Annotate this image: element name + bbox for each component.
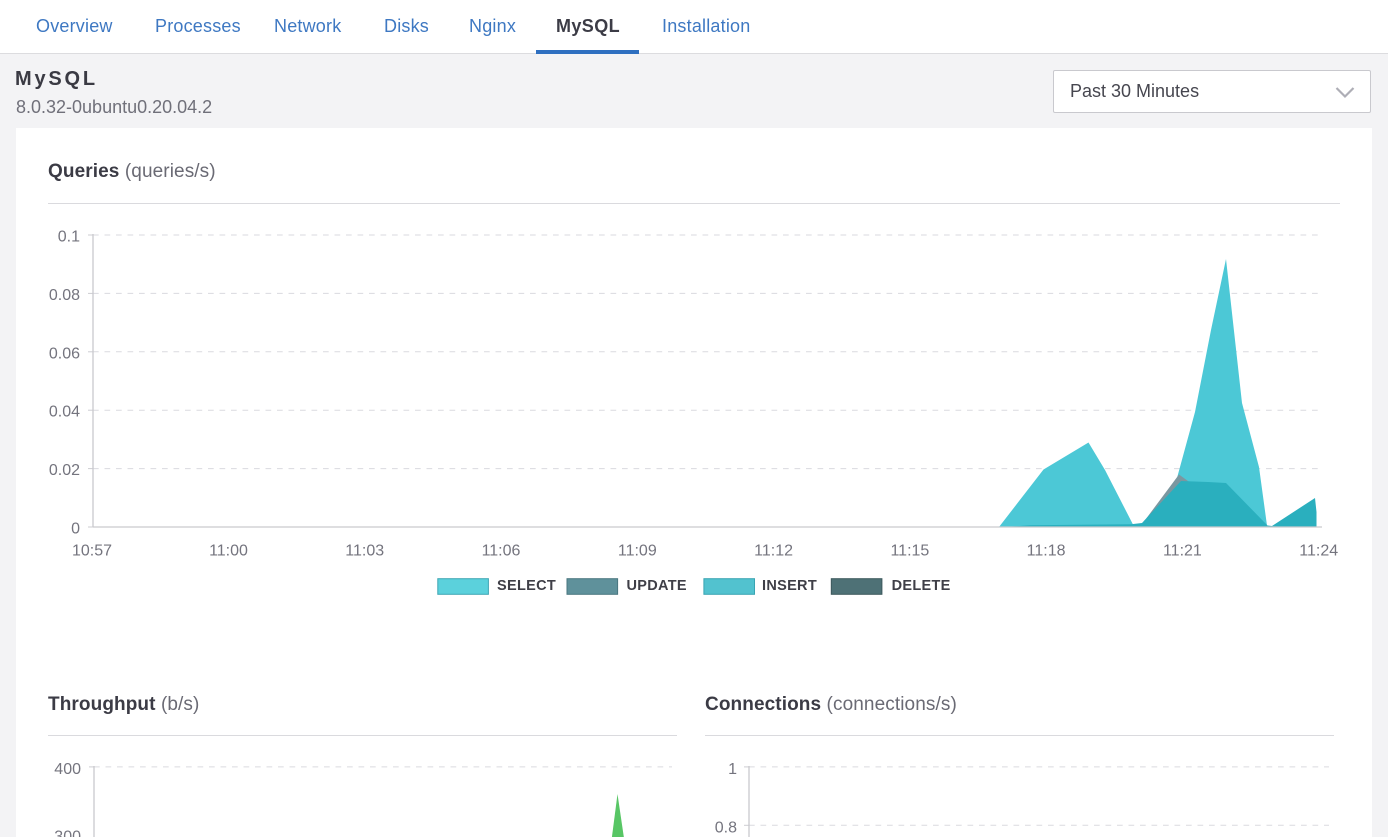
svg-text:11:21: 11:21 (1163, 543, 1202, 560)
svg-text:11:03: 11:03 (345, 543, 384, 560)
svg-text:11:09: 11:09 (618, 543, 657, 560)
svg-text:400: 400 (54, 761, 81, 778)
svg-text:11:18: 11:18 (1027, 543, 1066, 560)
svg-text:300: 300 (54, 829, 81, 837)
svg-text:11:24: 11:24 (1299, 543, 1338, 560)
svg-text:DELETE: DELETE (892, 578, 951, 594)
svg-text:SELECT: SELECT (497, 578, 556, 594)
svg-text:10:57: 10:57 (72, 543, 112, 560)
svg-text:11:15: 11:15 (890, 543, 929, 560)
svg-text:11:12: 11:12 (754, 543, 793, 560)
svg-text:INSERT: INSERT (762, 578, 817, 594)
svg-text:0.06: 0.06 (49, 345, 80, 362)
svg-text:0.08: 0.08 (49, 287, 80, 304)
svg-text:0: 0 (71, 521, 80, 538)
svg-text:0.02: 0.02 (49, 462, 80, 479)
svg-text:0.1: 0.1 (58, 229, 80, 246)
svg-text:0.8: 0.8 (715, 819, 737, 836)
svg-text:11:00: 11:00 (209, 543, 248, 560)
svg-text:11:06: 11:06 (482, 543, 521, 560)
svg-text:1: 1 (728, 761, 737, 778)
svg-text:0.04: 0.04 (49, 404, 80, 421)
svg-text:UPDATE: UPDATE (627, 578, 687, 594)
